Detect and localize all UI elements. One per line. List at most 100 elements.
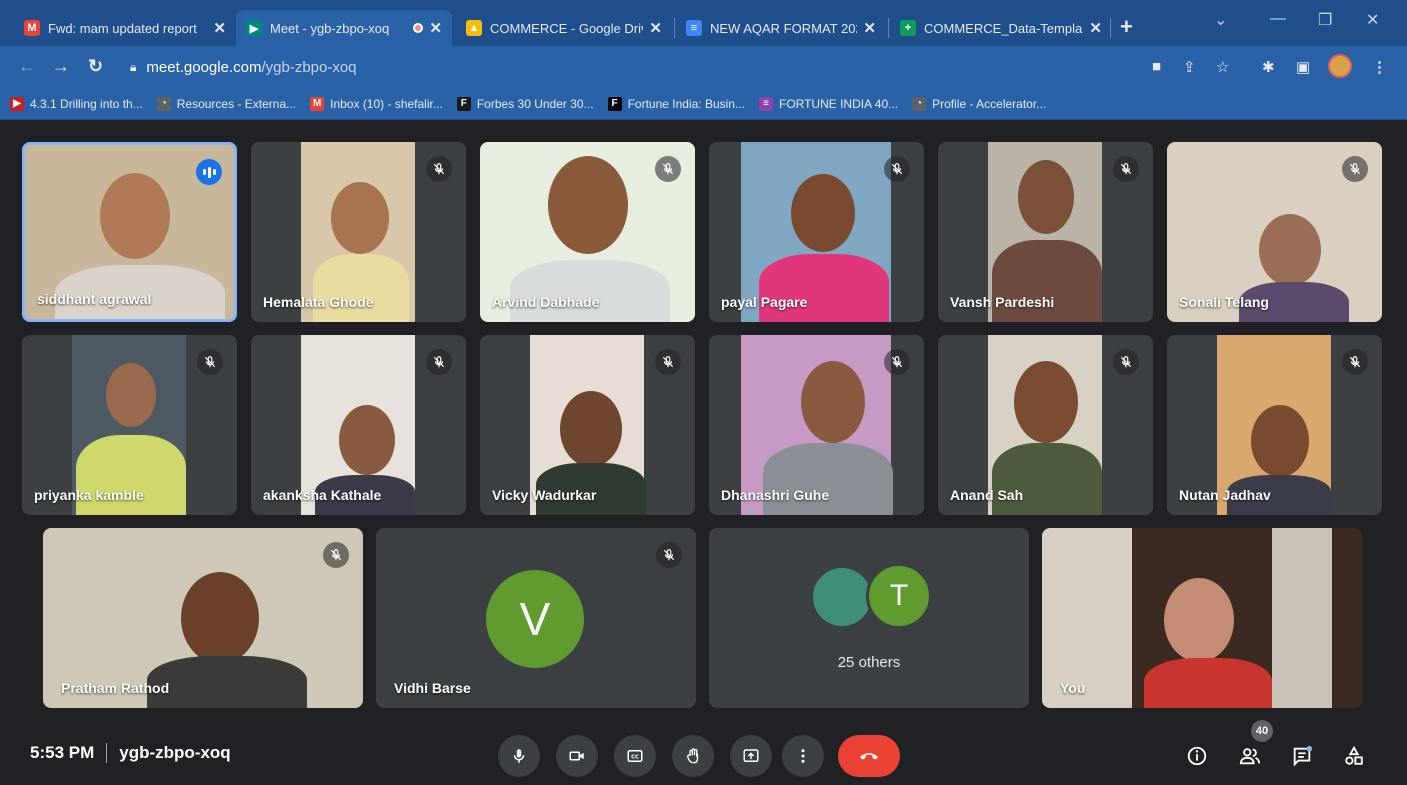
mic-off-icon: [1342, 156, 1368, 182]
participant-name: Hemalata Ghode: [263, 294, 374, 310]
menu-icon[interactable]: ⋮: [1372, 58, 1387, 76]
participant-tile[interactable]: Vansh Pardeshi: [938, 142, 1153, 322]
self-tile[interactable]: You: [1042, 528, 1362, 708]
participant-tile[interactable]: payal Pagare: [709, 142, 924, 322]
speaking-indicator-icon: [196, 159, 222, 185]
participant-tile[interactable]: Nutan Jadhav: [1167, 335, 1382, 515]
tab-drive[interactable]: ▲ COMMERCE - Google Driv ✕: [456, 10, 672, 46]
tab-search-icon[interactable]: ⌄: [1214, 10, 1227, 30]
participant-name: siddhant agrawal: [37, 291, 152, 307]
raise-hand-button[interactable]: [672, 735, 714, 777]
mic-off-icon: [323, 542, 349, 568]
tab-title: COMMERCE - Google Driv: [490, 20, 644, 36]
lock-icon: 🔒︎: [130, 59, 137, 74]
close-icon[interactable]: ✕: [863, 19, 876, 37]
more-options-button[interactable]: [782, 735, 824, 777]
bookmark-item[interactable]: F Fortune India: Busin...: [607, 96, 745, 111]
mic-off-icon: [656, 542, 682, 568]
bookmark-item[interactable]: ◔ Profile - Accelerator...: [912, 96, 1046, 111]
bookmark-item[interactable]: ≡ FORTUNE INDIA 40...: [758, 96, 898, 111]
camera-in-use-icon[interactable]: ■: [1152, 58, 1161, 75]
bookmark-label: Resources - Externa...: [176, 96, 297, 111]
meeting-code: ygb-zbpo-xoq: [119, 743, 231, 762]
bookmarks-bar: ▶ 4.3.1 Drilling into th... ◔ Resources - …: [0, 88, 1407, 120]
close-window-icon[interactable]: ✕: [1366, 10, 1379, 30]
new-tab-icon[interactable]: +: [1120, 14, 1133, 40]
meeting-grid: siddhant agrawal Hemalata Ghode Arvind D…: [0, 121, 1407, 785]
tab-docs[interactable]: ≡ NEW AQAR FORMAT 2023 ✕: [676, 10, 886, 46]
participant-tile[interactable]: priyanka kamble: [22, 335, 237, 515]
close-icon[interactable]: ✕: [429, 19, 442, 37]
minimize-icon[interactable]: —: [1270, 10, 1286, 28]
bookmark-icon: ▶: [10, 96, 24, 111]
tab-gmail[interactable]: M Fwd: mam updated report ✕: [14, 10, 236, 46]
bookmark-item[interactable]: M Inbox (10) - shefalir...: [310, 96, 443, 111]
meeting-details-button[interactable]: [1183, 742, 1211, 770]
back-icon[interactable]: ←: [18, 56, 36, 77]
participant-count-badge: 40: [1251, 720, 1273, 742]
meet-icon: ▶: [246, 20, 262, 36]
address-bar[interactable]: 🔒︎ meet.google.com/ygb-zbpo-xoq: [120, 52, 1140, 82]
participant-tile[interactable]: Arvind Dabhade: [480, 142, 695, 322]
tab-sheets[interactable]: + COMMERCE_Data-Templa ✕: [890, 10, 1112, 46]
present-icon: [743, 749, 759, 762]
participant-tile[interactable]: Dhanashri Guhe: [709, 335, 924, 515]
participant-tile[interactable]: akanksha Kathale: [251, 335, 466, 515]
participant-name: Vicky Wadurkar: [492, 487, 597, 503]
camera-button[interactable]: [556, 735, 598, 777]
clock-time: 5:53 PM: [30, 743, 95, 762]
mic-off-icon: [655, 349, 681, 375]
people-button[interactable]: [1236, 742, 1264, 770]
restore-icon[interactable]: ❐: [1318, 10, 1332, 30]
bookmark-icon: ◔: [156, 96, 171, 111]
participant-name: Anand Sah: [950, 487, 1024, 503]
activities-button[interactable]: [1340, 742, 1368, 770]
bookmark-icon: ◔: [912, 96, 927, 111]
close-icon[interactable]: ✕: [1089, 19, 1102, 37]
meeting-controls-bar: 5:53 PM ygb-zbpo-xoq CC: [0, 710, 1407, 785]
participant-tile[interactable]: Pratham Rathod: [43, 528, 363, 708]
profile-avatar[interactable]: [1328, 54, 1352, 78]
close-icon[interactable]: ✕: [213, 19, 226, 37]
extensions-icon[interactable]: ✱: [1262, 58, 1275, 76]
participant-tile[interactable]: Hemalata Ghode: [251, 142, 466, 322]
avatar: V: [486, 570, 584, 668]
forward-icon[interactable]: →: [52, 56, 70, 77]
end-call-icon: [860, 753, 878, 760]
address-host: meet.google.com: [146, 58, 262, 76]
microphone-button[interactable]: [498, 735, 540, 777]
present-button[interactable]: [730, 735, 772, 777]
list-icon: ≡: [758, 96, 773, 111]
participant-tile[interactable]: V Vidhi Barse: [376, 528, 696, 708]
reload-icon[interactable]: ↻: [88, 56, 103, 77]
close-icon[interactable]: ✕: [649, 19, 662, 37]
participant-tile[interactable]: Sonali Telang: [1167, 142, 1382, 322]
leave-call-button[interactable]: [838, 735, 900, 777]
tab-meet[interactable]: ▶ Meet - ygb-zbpo-xoq ✕: [236, 10, 452, 46]
meeting-info: 5:53 PM ygb-zbpo-xoq: [30, 743, 231, 763]
side-panel-icon[interactable]: ▣: [1296, 58, 1310, 76]
participant-tile[interactable]: Anand Sah: [938, 335, 1153, 515]
mic-off-icon: [1113, 156, 1139, 182]
bookmark-item[interactable]: F Forbes 30 Under 30...: [456, 96, 594, 111]
people-icon: [1239, 748, 1261, 765]
mic-off-icon: [884, 156, 910, 182]
bookmark-star-icon[interactable]: ☆: [1216, 58, 1229, 76]
avatar: [810, 565, 874, 629]
bookmark-item[interactable]: ◔ Resources - Externa...: [156, 96, 297, 111]
tab-title: Fwd: mam updated report: [48, 20, 197, 36]
participant-name: You: [1060, 680, 1086, 696]
participant-tile[interactable]: Vicky Wadurkar: [480, 335, 695, 515]
participant-tile[interactable]: siddhant agrawal: [22, 142, 237, 322]
browser-tab-strip: M Fwd: mam updated report ✕ ▶ Meet - ygb…: [0, 0, 1407, 46]
chat-button[interactable]: [1288, 742, 1316, 770]
others-tile[interactable]: T 25 others: [709, 528, 1029, 708]
tab-title: Meet - ygb-zbpo-xoq: [270, 20, 390, 36]
share-icon[interactable]: ⇪: [1183, 58, 1196, 76]
docs-icon: ≡: [686, 20, 702, 36]
participant-name: Pratham Rathod: [61, 680, 170, 696]
captions-button[interactable]: CC: [614, 735, 656, 777]
svg-text:CC: CC: [631, 755, 639, 761]
bookmark-item[interactable]: ▶ 4.3.1 Drilling into th...: [10, 96, 143, 111]
camera-icon: [569, 751, 584, 761]
